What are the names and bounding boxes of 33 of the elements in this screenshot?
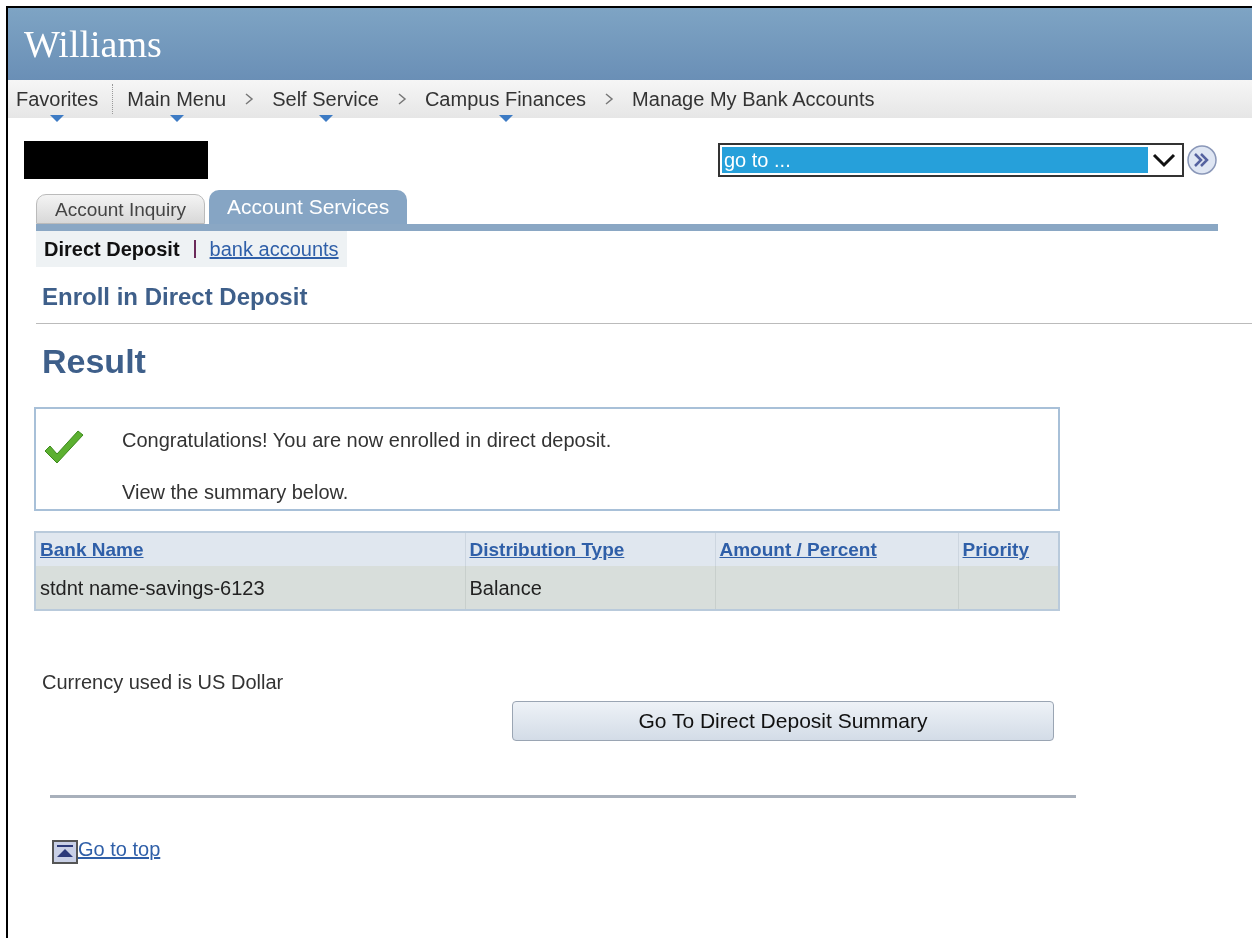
site-title: Williams — [24, 21, 162, 67]
dropdown-arrow-icon — [498, 115, 513, 122]
dropdown-arrow-icon — [318, 115, 333, 122]
go-button[interactable] — [1186, 144, 1218, 176]
dropdown-arrow-icon — [169, 115, 184, 122]
summary-button[interactable]: Go To Direct Deposit Summary — [512, 701, 1054, 741]
go-to-top-link[interactable]: Go to top — [78, 834, 161, 864]
chevron-right-icon — [244, 92, 255, 106]
column-header-link[interactable]: Amount / Percent — [719, 539, 877, 561]
chevron-down-icon — [1151, 152, 1177, 168]
breadcrumb-item[interactable]: Manage My Bank Accounts — [632, 76, 875, 122]
column-header-link[interactable]: Bank Name — [40, 539, 144, 561]
column-header-link[interactable]: Distribution Type — [469, 539, 625, 561]
chevron-right-icon — [604, 92, 615, 106]
goto-text: go to ... — [722, 147, 1148, 173]
section-title: Result — [42, 341, 147, 382]
go-to-top-icon[interactable] — [52, 840, 78, 864]
currency-note: Currency used is US Dollar — [42, 670, 285, 695]
subnav-current: Direct Deposit — [44, 237, 180, 262]
breadcrumb-item[interactable]: Campus Finances — [424, 76, 587, 122]
breadcrumb-item[interactable]: Favorites — [16, 76, 99, 122]
breadcrumb-item[interactable]: Main Menu — [127, 76, 227, 122]
message-text: View the summary below. — [122, 480, 350, 505]
tab[interactable]: Account Inquiry — [36, 194, 205, 224]
table-cell: stdnt name-savings-6123 — [35, 566, 465, 610]
subnav-link[interactable]: bank accounts — [209, 234, 339, 264]
page-title: Enroll in Direct Deposit — [42, 282, 309, 312]
breadcrumb-item[interactable]: Self Service — [272, 76, 379, 122]
dropdown-arrow-icon — [50, 115, 65, 122]
chevron-right-icon — [396, 92, 407, 106]
column-header-link[interactable]: Priority — [962, 539, 1030, 561]
table-cell: Balance — [465, 566, 715, 610]
message-text: Congratulations! You are now enrolled in direct deposit. — [122, 428, 612, 453]
